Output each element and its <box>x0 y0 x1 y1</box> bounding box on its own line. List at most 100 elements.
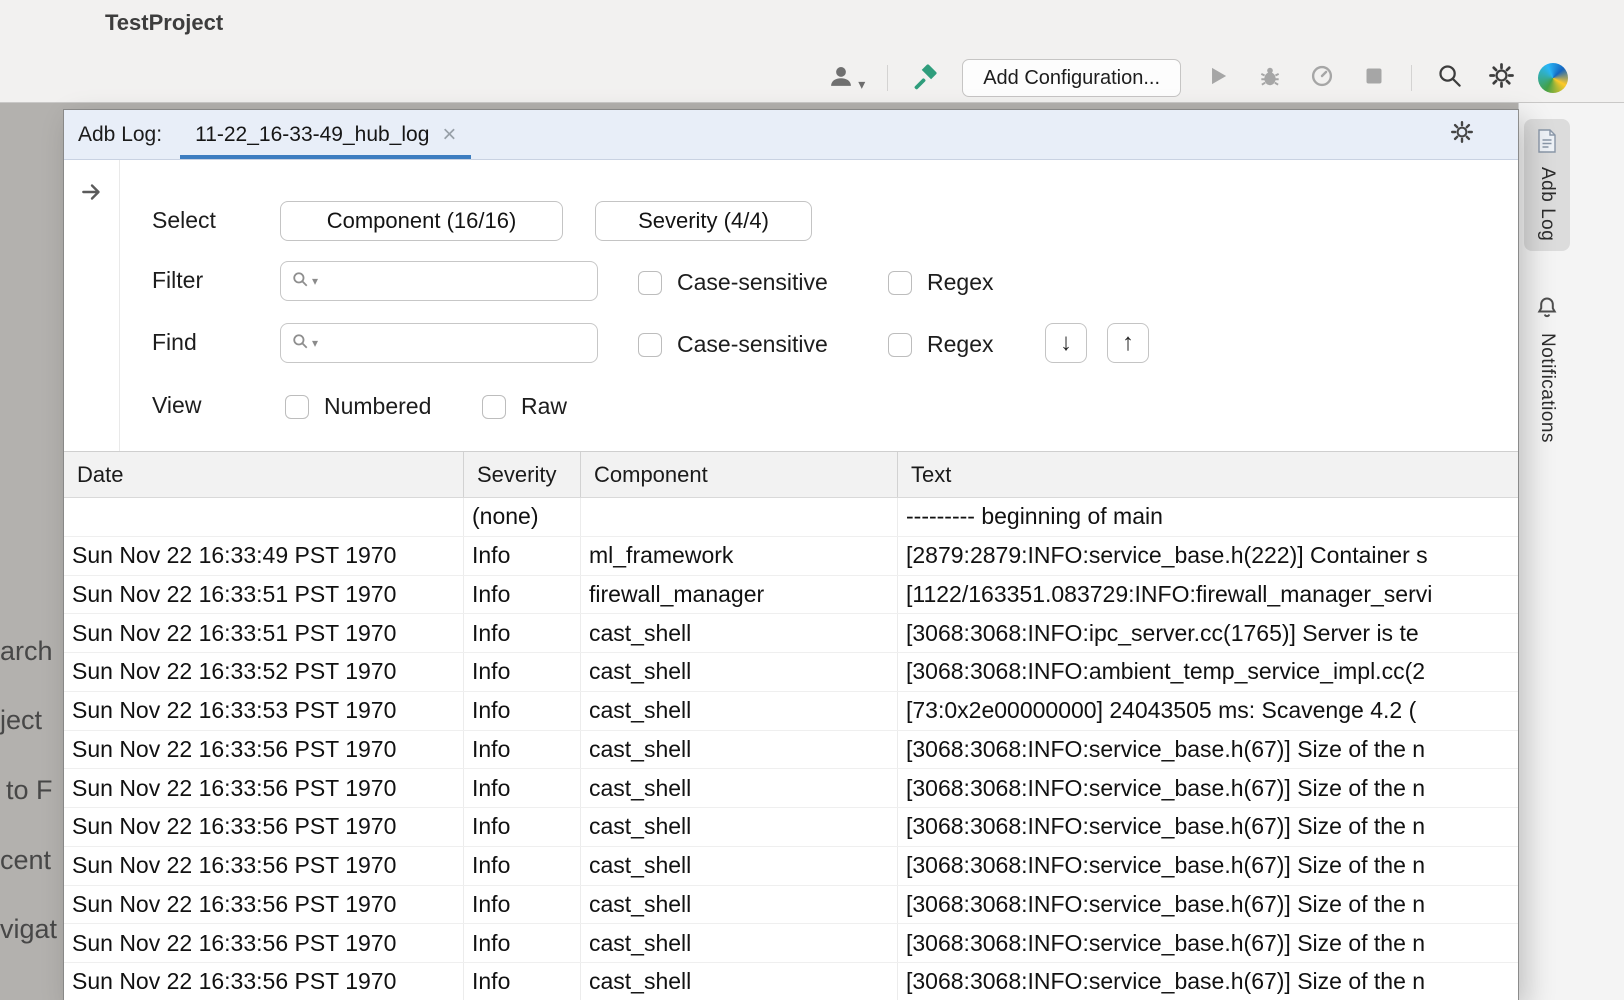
play-icon <box>1205 63 1231 94</box>
log-file-icon <box>1537 129 1557 158</box>
view-raw-checkbox[interactable]: Raw <box>482 393 567 420</box>
cell-date: Sun Nov 22 16:33:56 PST 1970 <box>64 769 463 807</box>
table-row[interactable]: Sun Nov 22 16:33:56 PST 1970 Info cast_s… <box>64 924 1518 963</box>
profile-button[interactable] <box>1307 63 1337 93</box>
cell-text: [3068:3068:INFO:service_base.h(67)] Size… <box>897 963 1518 1000</box>
search-icon <box>1436 62 1463 94</box>
filter-search-field[interactable]: ▾ <box>280 261 598 301</box>
cell-text: [3068:3068:INFO:ambient_temp_service_imp… <box>897 653 1518 691</box>
chevron-down-icon[interactable]: ▾ <box>312 336 318 350</box>
cell-component: cast_shell <box>580 614 897 652</box>
cell-date: Sun Nov 22 16:33:49 PST 1970 <box>64 537 463 575</box>
header-actions <box>1450 120 1500 149</box>
cell-severity: Info <box>463 576 580 614</box>
log-file-tab-label: 11-22_16-33-49_hub_log <box>195 123 429 147</box>
gauge-icon <box>1309 63 1335 94</box>
cell-date: Sun Nov 22 16:33:56 PST 1970 <box>64 808 463 846</box>
checkbox-icon <box>638 271 662 295</box>
table-row[interactable]: Sun Nov 22 16:33:51 PST 1970 Info firewa… <box>64 576 1518 615</box>
table-row[interactable]: Sun Nov 22 16:33:53 PST 1970 Info cast_s… <box>64 692 1518 731</box>
cell-component: cast_shell <box>580 963 897 1000</box>
component-filter-button[interactable]: Component (16/16) <box>280 201 563 241</box>
table-row[interactable]: (none) --------- beginning of main <box>64 498 1518 537</box>
table-row[interactable]: Sun Nov 22 16:33:52 PST 1970 Info cast_s… <box>64 653 1518 692</box>
cell-severity: Info <box>463 769 580 807</box>
background-text-fragment: vigat <box>0 914 57 945</box>
tool-window-tab-adb-log[interactable]: Adb Log <box>1524 119 1570 251</box>
checkbox-label: Regex <box>927 331 993 358</box>
table-row[interactable]: Sun Nov 22 16:33:49 PST 1970 Info ml_fra… <box>64 537 1518 576</box>
cell-component <box>580 498 897 536</box>
toolbar-separator <box>887 65 888 91</box>
cell-severity: Info <box>463 653 580 691</box>
add-configuration-button[interactable]: Add Configuration... <box>962 59 1181 97</box>
table-row[interactable]: Sun Nov 22 16:33:56 PST 1970 Info cast_s… <box>64 847 1518 886</box>
run-button[interactable] <box>1203 63 1233 93</box>
checkbox-label: Numbered <box>324 393 431 420</box>
stop-icon <box>1362 64 1386 93</box>
cell-text: [3068:3068:INFO:service_base.h(67)] Size… <box>897 769 1518 807</box>
chevron-down-icon[interactable]: ▾ <box>312 274 318 288</box>
gear-icon <box>1488 62 1515 94</box>
search-everywhere-button[interactable] <box>1434 63 1464 93</box>
debug-button[interactable] <box>1255 63 1285 93</box>
arrow-right-icon <box>79 179 105 205</box>
cell-severity: Info <box>463 537 580 575</box>
column-header-date[interactable]: Date <box>64 452 463 497</box>
search-icon <box>291 332 309 355</box>
column-header-severity[interactable]: Severity <box>463 452 580 497</box>
tool-window-tab-notifications[interactable]: Notifications <box>1524 285 1570 453</box>
column-header-text[interactable]: Text <box>897 452 1518 497</box>
panel-settings-button[interactable] <box>1450 120 1474 149</box>
table-row[interactable]: Sun Nov 22 16:33:56 PST 1970 Info cast_s… <box>64 808 1518 847</box>
table-row[interactable]: Sun Nov 22 16:33:51 PST 1970 Info cast_s… <box>64 614 1518 653</box>
cell-text: [3068:3068:INFO:service_base.h(67)] Size… <box>897 808 1518 846</box>
find-search-field[interactable]: ▾ <box>280 323 598 363</box>
filter-panel: Select Component (16/16) Severity (4/4) … <box>64 160 1518 452</box>
find-previous-button[interactable]: ↑ <box>1107 323 1149 363</box>
severity-filter-button[interactable]: Severity (4/4) <box>595 201 812 241</box>
settings-button[interactable] <box>1486 63 1516 93</box>
hide-filters-button[interactable] <box>78 178 106 206</box>
cell-text: [3068:3068:INFO:service_base.h(67)] Size… <box>897 731 1518 769</box>
cell-severity: Info <box>463 847 580 885</box>
cell-severity: Info <box>463 924 580 962</box>
filter-input[interactable] <box>321 270 587 293</box>
cell-text: [3068:3068:INFO:service_base.h(67)] Size… <box>897 847 1518 885</box>
cell-text: --------- beginning of main <box>897 498 1518 536</box>
log-table-body: (none) --------- beginning of main Sun N… <box>64 498 1518 1000</box>
find-regex-checkbox[interactable]: Regex <box>888 331 993 358</box>
filter-regex-checkbox[interactable]: Regex <box>888 269 993 296</box>
dimmed-background-strip: archjectto Fcentvigat <box>0 103 64 1000</box>
table-row[interactable]: Sun Nov 22 16:33:56 PST 1970 Info cast_s… <box>64 963 1518 1000</box>
cell-component: cast_shell <box>580 808 897 846</box>
find-case-sensitive-checkbox[interactable]: Case-sensitive <box>638 331 828 358</box>
table-row[interactable]: Sun Nov 22 16:33:56 PST 1970 Info cast_s… <box>64 886 1518 925</box>
cell-text: [1122/163351.083729:INFO:firewall_manage… <box>897 576 1518 614</box>
column-header-component[interactable]: Component <box>580 452 897 497</box>
table-row[interactable]: Sun Nov 22 16:33:56 PST 1970 Info cast_s… <box>64 731 1518 770</box>
checkbox-label: Raw <box>521 393 567 420</box>
stop-button[interactable] <box>1359 63 1389 93</box>
log-file-tab[interactable]: 11-22_16-33-49_hub_log × <box>180 110 471 159</box>
filter-label: Filter <box>152 267 203 294</box>
cell-date: Sun Nov 22 16:33:56 PST 1970 <box>64 847 463 885</box>
cell-date <box>64 498 463 536</box>
cell-component: cast_shell <box>580 731 897 769</box>
view-label: View <box>152 392 201 419</box>
user-menu-button[interactable]: ▾ <box>827 62 865 95</box>
cell-date: Sun Nov 22 16:33:56 PST 1970 <box>64 886 463 924</box>
ide-logo-icon[interactable] <box>1538 63 1568 93</box>
checkbox-icon <box>888 333 912 357</box>
find-next-button[interactable]: ↓ <box>1045 323 1087 363</box>
close-icon[interactable]: × <box>442 123 456 147</box>
find-input[interactable] <box>321 332 587 355</box>
cell-text: [73:0x2e00000000] 24043505 ms: Scavenge … <box>897 692 1518 730</box>
filter-case-sensitive-checkbox[interactable]: Case-sensitive <box>638 269 828 296</box>
cell-severity: Info <box>463 692 580 730</box>
view-numbered-checkbox[interactable]: Numbered <box>285 393 431 420</box>
cell-severity: Info <box>463 614 580 652</box>
table-row[interactable]: Sun Nov 22 16:33:56 PST 1970 Info cast_s… <box>64 769 1518 808</box>
cell-text: [3068:3068:INFO:ipc_server.cc(1765)] Ser… <box>897 614 1518 652</box>
build-button[interactable] <box>910 63 940 93</box>
